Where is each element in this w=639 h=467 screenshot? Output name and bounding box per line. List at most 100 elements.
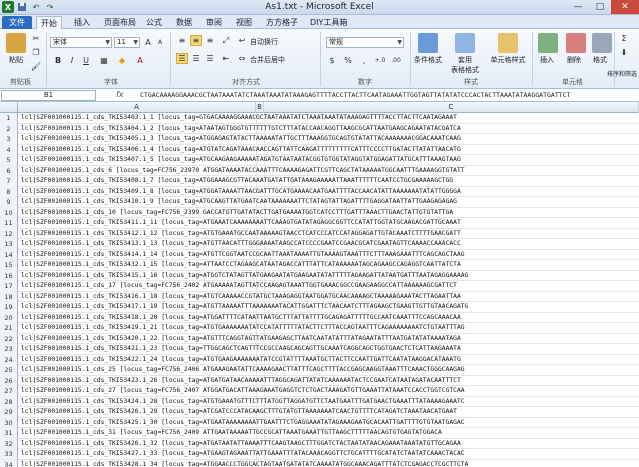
row-header[interactable]: 25 bbox=[0, 365, 18, 376]
row-header[interactable]: 19 bbox=[0, 302, 18, 313]
wrap-text-button[interactable]: 自动换行 bbox=[250, 37, 278, 47]
cell-a[interactable]: lcl|SZF001000115.1_cds_TKI53413.1_13 [lo… bbox=[21, 239, 461, 249]
column-header-b[interactable]: B bbox=[256, 102, 264, 113]
cell-a[interactable]: lcl|SZF001000115.1_cds_TKI53428.1_34 [lo… bbox=[21, 460, 468, 467]
decrease-decimal-icon[interactable]: .00 bbox=[390, 55, 402, 66]
close-button[interactable]: ✕ bbox=[611, 0, 639, 14]
tab-page-layout[interactable]: 页面布局 bbox=[100, 16, 140, 29]
cell-a[interactable]: lcl|SZF001000115.1_cds_TKI53408.1_7 [loc… bbox=[21, 176, 453, 186]
row-header[interactable]: 6 bbox=[0, 165, 18, 176]
font-size-select[interactable]: 11 ▼ bbox=[114, 37, 140, 48]
tab-diy-toolbox[interactable]: DIY工具箱 bbox=[306, 16, 351, 29]
decrease-indent-icon[interactable]: ⇤ bbox=[220, 53, 232, 64]
row-header[interactable]: 2 bbox=[0, 123, 18, 134]
row-header[interactable]: 31 bbox=[0, 428, 18, 439]
cell-a[interactable]: lcl|SZF001000115.1_cds_TKI53426.1_32 [lo… bbox=[21, 439, 461, 449]
cell-styles-button[interactable]: 单元格样式 bbox=[486, 55, 530, 65]
cell-a[interactable]: lcl|SZF001000115.1_cds_17 [locus_tag=FC7… bbox=[21, 281, 457, 291]
row-header[interactable]: 14 bbox=[0, 249, 18, 260]
insert-function-icon[interactable]: fx bbox=[116, 90, 124, 99]
row-header[interactable]: 21 bbox=[0, 323, 18, 334]
merge-center-button[interactable]: 合并后居中 bbox=[250, 55, 285, 65]
tab-insert[interactable]: 插入 bbox=[70, 16, 94, 29]
align-middle-icon[interactable]: ≡ bbox=[190, 35, 202, 46]
insert-cells-button[interactable]: 插入 bbox=[535, 55, 559, 65]
fill-icon[interactable]: ⬇ bbox=[618, 47, 630, 58]
cell-a[interactable]: lcl|SZF001000115.1_cds_TKI53419.1_21 [lo… bbox=[21, 323, 465, 333]
paste-button[interactable]: 粘贴 bbox=[4, 55, 28, 65]
cell-a[interactable]: lcl|SZF001000115.1_cds_TKI53405.1_3 [loc… bbox=[21, 134, 461, 144]
comma-icon[interactable]: , bbox=[358, 55, 370, 66]
italic-button[interactable]: I bbox=[66, 55, 78, 66]
row-header[interactable]: 16 bbox=[0, 270, 18, 281]
cell-a[interactable]: lcl|SZF001000115.1_cds_25 [locus_tag=FC7… bbox=[21, 365, 465, 375]
column-header-a[interactable]: A bbox=[18, 102, 256, 113]
cell-a[interactable]: lcl|SZF001000115.1_cds_6 [locus_tag=FC75… bbox=[21, 166, 465, 176]
cell-styles-icon[interactable] bbox=[498, 33, 518, 53]
cell-a[interactable]: lcl|SZF001000115.1_cds_TKI53415.1_16 [lo… bbox=[21, 271, 468, 281]
row-header[interactable]: 5 bbox=[0, 155, 18, 166]
row-header[interactable]: 10 bbox=[0, 207, 18, 218]
row-header[interactable]: 9 bbox=[0, 197, 18, 208]
tab-file[interactable]: 文件 bbox=[2, 16, 32, 29]
percent-icon[interactable]: % bbox=[342, 55, 354, 66]
cell-a[interactable]: lcl|SZF001000115.1_cds_TKI53432.1_15 [lo… bbox=[21, 260, 461, 270]
table-format-button[interactable]: 套用 表格格式 bbox=[448, 55, 482, 75]
align-bottom-icon[interactable]: ≡ bbox=[204, 35, 216, 46]
cell-a[interactable]: lcl|SZF001000115.1_cds_10 [locus_tag=FC7… bbox=[21, 208, 453, 218]
row-header[interactable]: 11 bbox=[0, 218, 18, 229]
cell-a[interactable]: lcl|SZF001000115.1_cds_TKI53409.1_8 [loc… bbox=[21, 187, 461, 197]
row-header[interactable]: 7 bbox=[0, 176, 18, 187]
row-header[interactable]: 18 bbox=[0, 291, 18, 302]
tab-review[interactable]: 审阅 bbox=[202, 16, 226, 29]
row-header[interactable]: 34 bbox=[0, 459, 18, 467]
row-header[interactable]: 24 bbox=[0, 354, 18, 365]
underline-button[interactable]: U bbox=[80, 55, 92, 66]
row-header[interactable]: 13 bbox=[0, 239, 18, 250]
currency-icon[interactable]: $ bbox=[326, 55, 338, 66]
row-header[interactable]: 4 bbox=[0, 144, 18, 155]
tab-formulas[interactable]: 公式 bbox=[142, 16, 166, 29]
formula-input[interactable]: CTGACAAAAGGAAACGCTAATAAATATCTAAATAAATATA… bbox=[140, 91, 638, 101]
row-header[interactable]: 12 bbox=[0, 228, 18, 239]
font-name-select[interactable]: 宋体 ▼ bbox=[50, 37, 112, 48]
increase-decimal-icon[interactable]: +.0 bbox=[374, 55, 386, 66]
row-header[interactable]: 29 bbox=[0, 407, 18, 418]
cell-a[interactable]: lcl|SZF001000115.1_cds_TKI53411.1_11 [lo… bbox=[21, 218, 461, 228]
row-header[interactable]: 17 bbox=[0, 281, 18, 292]
cell-a[interactable]: lcl|SZF001000115.1_cds_TKI53420.1_22 [lo… bbox=[21, 334, 461, 344]
row-header[interactable]: 32 bbox=[0, 438, 18, 449]
cell-a[interactable]: lcl|SZF001000115.1_cds_TKI53421.1_23 [lo… bbox=[21, 344, 461, 354]
tab-fangfang[interactable]: 方方格子 bbox=[262, 16, 302, 29]
tab-view[interactable]: 视图 bbox=[232, 16, 256, 29]
borders-icon[interactable]: ▦ bbox=[98, 55, 110, 66]
cell-a[interactable]: lcl|SZF001000115.1_cds_TKI53424.1_28 [lo… bbox=[21, 397, 465, 407]
name-box[interactable]: B1 bbox=[1, 90, 96, 101]
row-header[interactable]: 15 bbox=[0, 260, 18, 271]
cell-a[interactable]: lcl|SZF001000115.1_cds_TKI53426.1_29 [lo… bbox=[21, 407, 457, 417]
column-header-c[interactable]: C bbox=[264, 102, 639, 113]
row-header[interactable]: 8 bbox=[0, 186, 18, 197]
cut-icon[interactable]: ✂ bbox=[30, 33, 42, 44]
cell-a[interactable]: lcl|SZF001000115.1_cds_TKI53425.1_30 [lo… bbox=[21, 418, 465, 428]
align-center-icon[interactable]: ☰ bbox=[190, 53, 202, 64]
row-header[interactable]: 33 bbox=[0, 449, 18, 460]
conditional-format-icon[interactable] bbox=[418, 33, 438, 53]
number-format-select[interactable]: 常规 ▼ bbox=[326, 37, 404, 48]
row-header[interactable]: 20 bbox=[0, 312, 18, 323]
wrap-text-icon[interactable]: ↩ bbox=[236, 35, 248, 46]
row-header[interactable]: 26 bbox=[0, 375, 18, 386]
cell-a[interactable]: lcl|SZF001000115.1_cds_TKI53423.1_26 [lo… bbox=[21, 376, 461, 386]
merge-center-icon[interactable]: ⇔ bbox=[236, 53, 248, 64]
insert-cells-icon[interactable] bbox=[538, 33, 558, 53]
sort-filter-button[interactable]: 排序和筛选 bbox=[604, 69, 639, 78]
cell-a[interactable]: lcl|SZF001000115.1_cds_TKI53416.1_18 [lo… bbox=[21, 292, 461, 302]
grow-font-icon[interactable]: A bbox=[142, 37, 154, 48]
format-painter-icon[interactable]: 🖌 bbox=[30, 61, 42, 72]
spreadsheet-grid[interactable]: A B C 1 lcl|SZF001000115.1_cds_TKI53403.1… bbox=[0, 102, 639, 467]
cell-a[interactable]: lcl|SZF001000115.1_cds_27 [locus_tag=FC7… bbox=[21, 386, 465, 396]
cell-a[interactable]: lcl|SZF001000115.1_cds_TKI53410.1_9 [loc… bbox=[21, 197, 457, 207]
restore-button[interactable]: □ bbox=[589, 0, 611, 14]
delete-cells-icon[interactable] bbox=[566, 33, 586, 53]
row-header[interactable]: 3 bbox=[0, 134, 18, 145]
